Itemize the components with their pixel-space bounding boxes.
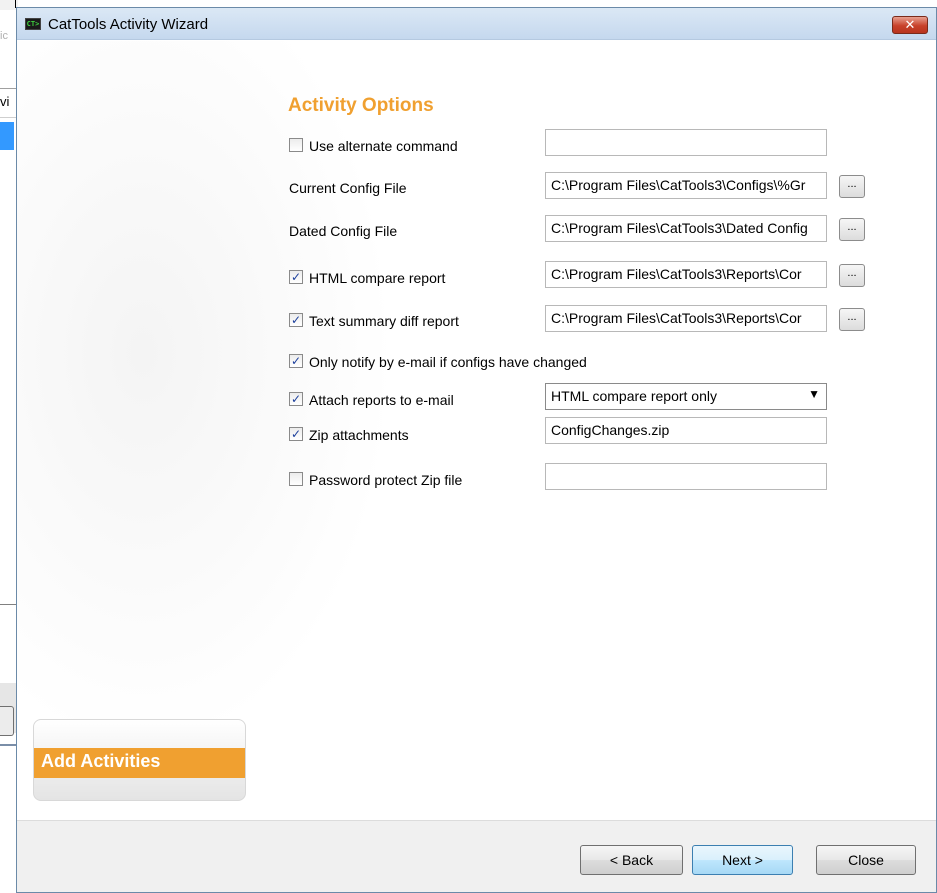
only-notify-label: Only notify by e-mail if configs have ch… <box>309 354 587 370</box>
dated-config-file-input[interactable]: C:\Program Files\CatTools3\Dated Config <box>545 215 827 242</box>
dropdown-arrow-icon: ▼ <box>808 387 820 401</box>
dated-config-browse-button[interactable]: ... <box>839 218 865 241</box>
password-protect-checkbox[interactable] <box>289 472 303 486</box>
password-protect-label: Password protect Zip file <box>309 472 463 488</box>
current-step-label: Add Activities <box>34 748 245 778</box>
close-window-button[interactable]: ✕ <box>892 16 928 34</box>
html-compare-report-checkbox[interactable]: ✓ <box>289 270 303 284</box>
text-summary-diff-report-checkbox[interactable]: ✓ <box>289 313 303 327</box>
text-summary-diff-report-label: Text summary diff report <box>309 313 459 329</box>
back-button[interactable]: < Back <box>580 845 683 875</box>
html-compare-browse-button[interactable]: ... <box>839 264 865 287</box>
current-config-file-input[interactable]: C:\Program Files\CatTools3\Configs\%Gr <box>545 172 827 199</box>
attach-reports-selected: HTML compare report only <box>551 388 717 404</box>
alternate-command-input[interactable] <box>545 129 827 156</box>
section-title: Activity Options <box>288 95 434 116</box>
attach-reports-checkbox[interactable]: ✓ <box>289 392 303 406</box>
zip-attachments-checkbox[interactable]: ✓ <box>289 427 303 441</box>
next-button[interactable]: Next > <box>692 845 793 875</box>
html-compare-report-label: HTML compare report <box>309 270 446 286</box>
zip-filename-input[interactable]: ConfigChanges.zip <box>545 417 827 444</box>
text-summary-diff-report-input[interactable]: C:\Program Files\CatTools3\Reports\Cor <box>545 305 827 332</box>
attach-reports-label: Attach reports to e-mail <box>309 392 454 408</box>
attach-reports-dropdown[interactable]: HTML compare report only ▼ <box>545 383 827 410</box>
zip-password-input[interactable] <box>545 463 827 490</box>
current-config-browse-button[interactable]: ... <box>839 175 865 198</box>
window-title: CatTools Activity Wizard <box>48 16 209 33</box>
dated-config-file-label: Dated Config File <box>289 223 398 239</box>
only-notify-checkbox[interactable]: ✓ <box>289 354 303 368</box>
background-button[interactable] <box>0 706 14 736</box>
use-alternate-command-checkbox[interactable] <box>289 138 303 152</box>
button-bar: < Back Next > Close <box>17 820 936 892</box>
title-bar[interactable]: CT> CatTools Activity Wizard ✕ <box>17 8 936 40</box>
html-compare-report-input[interactable]: C:\Program Files\CatTools3\Reports\Cor <box>545 261 827 288</box>
wizard-step-panel: Add Activities <box>33 719 246 801</box>
app-icon: CT> <box>25 18 41 30</box>
use-alternate-command-label: Use alternate command <box>309 138 458 154</box>
current-config-file-label: Current Config File <box>289 180 407 196</box>
wizard-content: Activity Options Use alternate command C… <box>17 41 936 892</box>
zip-attachments-label: Zip attachments <box>309 427 409 443</box>
close-button[interactable]: Close <box>816 845 916 875</box>
wizard-window: CT> CatTools Activity Wizard ✕ Activity … <box>16 7 937 893</box>
text-summary-browse-button[interactable]: ... <box>839 308 865 331</box>
background-selected-row[interactable] <box>0 122 14 150</box>
